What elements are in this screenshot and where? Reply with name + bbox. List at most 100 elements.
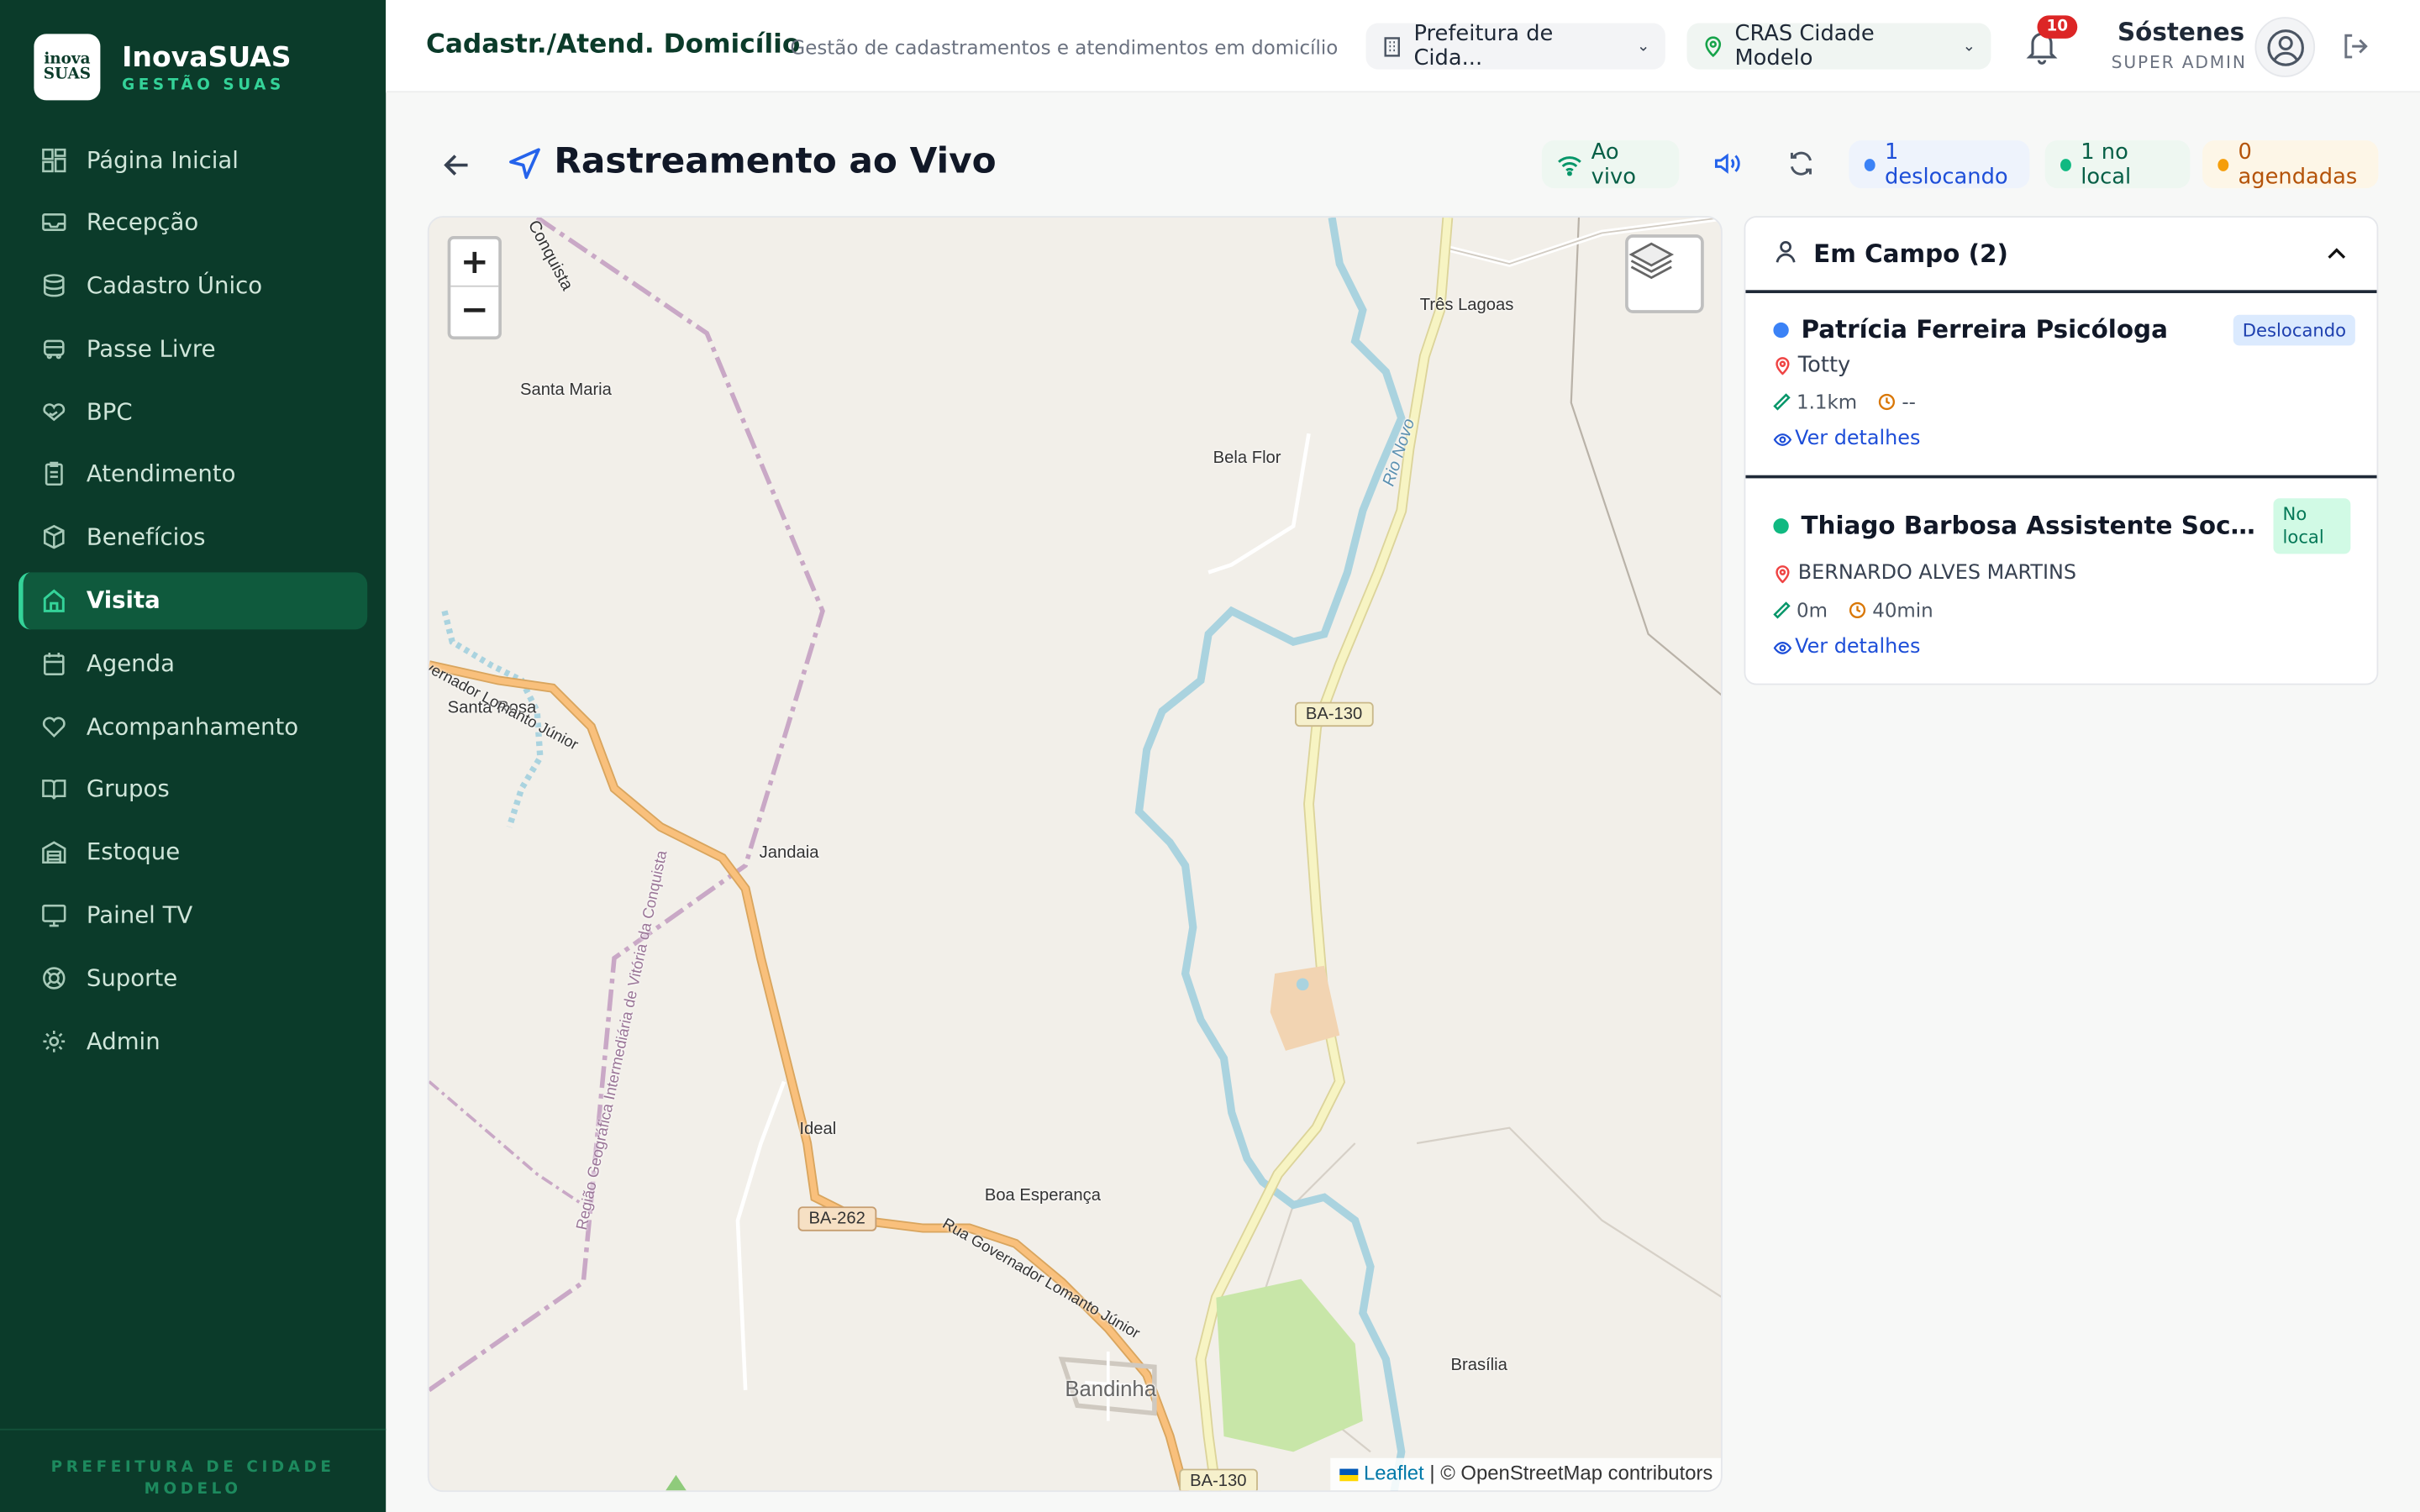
chevron-up-icon[interactable] <box>2326 242 2348 271</box>
panel-title: Em Campo (2) <box>1813 239 2008 269</box>
map-label-bandinha: Bandinha <box>1065 1376 1157 1401</box>
monitor-icon <box>40 901 68 929</box>
agent-meta: 1.1km -- <box>1773 390 1916 414</box>
agent-card[interactable]: Patrícia Ferreira Psicóloga Deslocando T… <box>1745 293 2377 479</box>
sidebar-item-visita[interactable]: Visita <box>18 571 368 629</box>
agent-eta: 40min <box>1872 598 1933 622</box>
sidebar-item-cadastro-unico[interactable]: Cadastro Único <box>18 257 367 314</box>
home-icon <box>40 586 68 614</box>
sidebar-item-label: Página Inicial <box>86 145 239 174</box>
view-details-label: Ver detalhes <box>1795 635 1921 659</box>
live-tracking-map[interactable]: Conquista Santa Maria Três Lagoas Bela F… <box>427 216 1723 1493</box>
sidebar-item-bpc[interactable]: BPC <box>18 383 367 440</box>
avatar[interactable] <box>2254 17 2316 77</box>
sidebar-item-acompanhamento[interactable]: Acompanhamento <box>18 698 367 755</box>
notifications-badge: 10 <box>2037 15 2078 39</box>
sound-on-icon[interactable] <box>1712 148 1743 179</box>
eye-icon <box>1773 638 1792 656</box>
page-title: Rastreamento ao Vivo <box>554 141 997 182</box>
sidebar-item-label: Cadastro Único <box>86 271 263 300</box>
map-attribution: Leaflet | © OpenStreetMap contributors <box>1330 1457 1721 1491</box>
sidebar-item-label: Agenda <box>86 649 175 678</box>
panel-header[interactable]: Em Campo (2) <box>1745 218 2377 293</box>
status-badge-line2: local <box>2282 526 2324 549</box>
lifebuoy-icon <box>40 964 68 992</box>
sidebar-item-label: Admin <box>86 1026 160 1055</box>
brand-logo: inova SUAS <box>34 34 101 101</box>
sidebar-item-recepcao[interactable]: Recepção <box>18 194 367 251</box>
road-shield-ba262: BA-262 <box>797 1206 876 1231</box>
status-badge: Deslocando <box>2233 314 2356 346</box>
sidebar-item-painel-tv[interactable]: Painel TV <box>18 886 367 943</box>
leaflet-link[interactable]: Leaflet <box>1364 1461 1424 1484</box>
sidebar-item-passe-livre[interactable]: Passe Livre <box>18 320 367 377</box>
layers-icon[interactable] <box>1625 234 1704 313</box>
brand[interactable]: inova SUAS InovaSUAS GESTÃO SUAS <box>34 34 292 101</box>
sidebar-item-label: BPC <box>86 397 133 426</box>
refresh-icon[interactable] <box>1786 148 1817 179</box>
map-label-tres-lagoas: Três Lagoas <box>1419 296 1514 315</box>
gear-icon <box>40 1027 68 1055</box>
bus-icon <box>40 334 68 362</box>
back-arrow-icon[interactable] <box>439 148 473 181</box>
road-shield-ba130-south: BA-130 <box>1179 1468 1258 1491</box>
agent-name: Thiago Barbosa Assistente Socia... <box>1801 510 2259 540</box>
sidebar-item-label: Recepção <box>86 208 199 237</box>
sidebar-item-agenda[interactable]: Agenda <box>18 635 367 692</box>
map-pin-icon <box>1773 564 1791 583</box>
sidebar-footer: PREFEITURA DE CIDADE MODELO <box>0 1428 387 1501</box>
package-icon <box>40 523 68 551</box>
agent-distance: 1.1km <box>1796 390 1858 414</box>
heart-icon <box>40 712 68 740</box>
zoom-in-button[interactable]: + <box>450 239 499 287</box>
agent-eta: -- <box>1902 390 1916 414</box>
ruler-icon <box>1773 393 1791 411</box>
map-label-boa-esperanca: Boa Esperança <box>984 1186 1101 1205</box>
sidebar-item-estoque[interactable]: Estoque <box>18 823 367 880</box>
map-pin-icon <box>1702 35 1724 57</box>
chevron-down-icon: ⌄ <box>1637 38 1650 55</box>
live-label: Ao vivo <box>1591 139 1636 190</box>
view-details-link[interactable]: Ver detalhes <box>1773 636 1920 659</box>
brand-subtitle: GESTÃO SUAS <box>122 76 285 94</box>
field-agents-panel: Em Campo (2) Patrícia Ferreira Psicóloga… <box>1744 216 2379 685</box>
view-details-link[interactable]: Ver detalhes <box>1773 427 1921 451</box>
sidebar-footer-line2: MODELO <box>144 1481 242 1499</box>
logout-icon[interactable] <box>2339 31 2370 62</box>
agent-location: Totty <box>1773 354 1850 378</box>
sidebar-item-beneficios[interactable]: Benefícios <box>18 509 367 566</box>
sidebar-item-label: Visita <box>86 586 160 615</box>
sidebar-nav: Página Inicial Recepção Cadastro Único P… <box>18 131 368 1075</box>
sidebar-item-label: Atendimento <box>86 460 236 489</box>
zoom-out-button[interactable]: − <box>450 287 498 335</box>
sidebar-item-suporte[interactable]: Suporte <box>18 949 367 1006</box>
sidebar-item-pagina-inicial[interactable]: Página Inicial <box>18 131 367 188</box>
database-icon <box>40 271 68 299</box>
warehouse-icon <box>40 838 68 866</box>
map-label-santa-maria: Santa Maria <box>519 381 612 400</box>
status-dot-moving <box>1773 322 1789 339</box>
wifi-icon <box>1557 154 1581 176</box>
eye-icon <box>1773 430 1792 449</box>
agent-card[interactable]: Thiago Barbosa Assistente Socia... No lo… <box>1745 478 2376 683</box>
sidebar-item-admin[interactable]: Admin <box>18 1012 367 1069</box>
view-details-label: Ver detalhes <box>1795 427 1921 451</box>
navigation-arrow-icon <box>508 146 541 180</box>
org-select[interactable]: Prefeitura de Cida... ⌄ <box>1365 22 1665 71</box>
sidebar-item-grupos[interactable]: Grupos <box>18 760 367 817</box>
user-name: Sóstenes <box>2118 17 2245 47</box>
status-badge-line1: No <box>2282 502 2307 525</box>
sidebar-item-label: Painel TV <box>86 900 193 929</box>
sidebar-item-label: Grupos <box>86 774 170 803</box>
calendar-icon <box>40 649 68 677</box>
sidebar-item-label: Estoque <box>86 837 181 866</box>
onsite-count-badge: 1 no local <box>2044 139 2191 189</box>
header-title: Cadastr./Atend. Domicílio <box>425 29 801 60</box>
clock-icon <box>1849 601 1866 619</box>
sidebar-item-label: Acompanhamento <box>86 711 299 741</box>
onsite-dot <box>2060 158 2072 171</box>
sidebar-item-atendimento[interactable]: Atendimento <box>18 446 367 503</box>
unit-select-value: CRAS Cidade Modelo <box>1734 21 1875 71</box>
sidebar-item-label: Suporte <box>86 963 178 992</box>
unit-select[interactable]: CRAS Cidade Modelo ⌄ <box>1686 21 1991 71</box>
